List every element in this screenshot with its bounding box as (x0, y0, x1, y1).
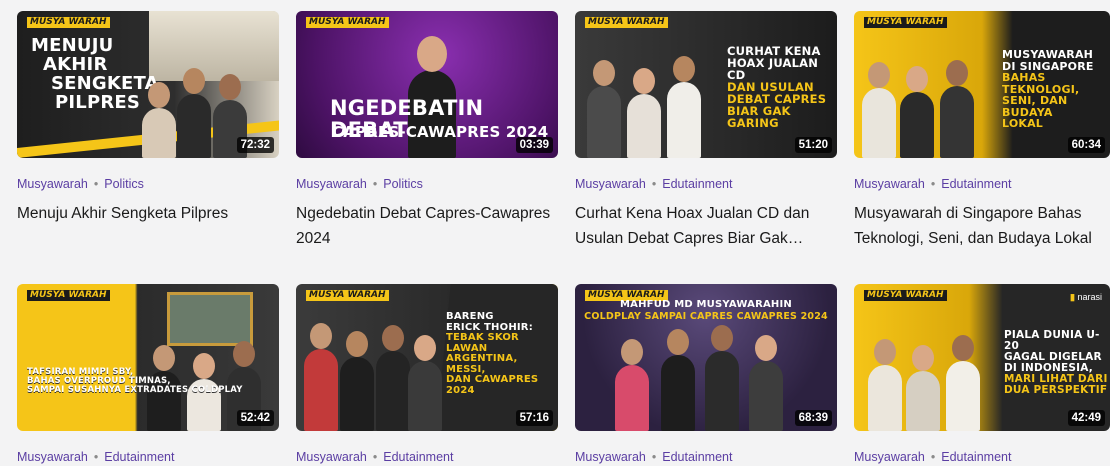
video-thumbnail[interactable]: MUSYA WARAH MUSYAWARAH DI SINGAPORE BAHA… (854, 11, 1110, 158)
channel-link[interactable]: Musyawarah (296, 177, 367, 191)
channel-link[interactable]: Musyawarah (296, 450, 367, 464)
host-figure (142, 82, 176, 158)
video-meta: Musyawarah • Politics (17, 177, 279, 193)
video-meta: Musyawarah • Politics (296, 177, 558, 193)
video-duration: 51:20 (794, 137, 832, 153)
channel-link[interactable]: Musyawarah (854, 177, 925, 191)
category-link[interactable]: Edutainment (662, 450, 732, 464)
channel-link[interactable]: Musyawarah (575, 450, 646, 464)
host-figure (408, 335, 442, 431)
host-figure (946, 335, 980, 431)
video-duration: 60:34 (1067, 137, 1105, 153)
meta-separator: • (930, 177, 936, 191)
video-card[interactable]: MUSYA WARAH BARENG ERICK THOHIR: TEBAK S… (296, 284, 558, 466)
host-figure (749, 335, 783, 431)
host-figure (340, 331, 374, 431)
video-meta: Musyawarah • Edutainment (575, 450, 837, 466)
thumbnail-headline: MENUJU AKHIR SENGKETA PILPRES (31, 35, 159, 113)
musyawarah-logo: MUSYA WARAH (864, 290, 947, 301)
video-grid: MUSYA WARAH MENUJU AKHIR SENGKETA PILPRE… (0, 0, 1110, 464)
video-thumbnail[interactable]: MUSYA WARAH MAHFUD MD MUSYAWARAHIN COLDP… (575, 284, 837, 431)
category-link[interactable]: Politics (104, 177, 144, 191)
meta-separator: • (372, 177, 378, 191)
video-meta: Musyawarah • Edutainment (575, 177, 837, 193)
thumbnail-headline: MUSYAWARAH DI SINGAPORE BAHAS TEKNOLOGI,… (1002, 48, 1094, 131)
meta-separator: • (651, 450, 657, 464)
host-figure (304, 323, 338, 431)
video-thumbnail[interactable]: MUSYA WARAH NGEDEBATIN DEBAT CAPRES-CAWA… (296, 11, 558, 158)
video-duration: 03:39 (515, 137, 553, 153)
musyawarah-logo: MUSYA WARAH (864, 17, 947, 28)
thumbnail-headline: MAHFUD MD MUSYAWARAHIN (620, 299, 792, 310)
channel-link[interactable]: Musyawarah (854, 450, 925, 464)
channel-link[interactable]: Musyawarah (575, 177, 646, 191)
narasi-logo: ▮ narasi (1070, 292, 1102, 302)
host-figure (940, 60, 974, 158)
meta-separator: • (930, 450, 936, 464)
category-link[interactable]: Politics (383, 177, 423, 191)
host-figure (177, 68, 211, 158)
thumbnail-headline: CURHAT KENA HOAX JUALAN CD DAN USULAN DE… (727, 44, 827, 131)
host-figure (615, 339, 649, 431)
meta-separator: • (93, 450, 99, 464)
category-link[interactable]: Edutainment (941, 450, 1011, 464)
video-thumbnail[interactable]: MUSYA WARAH CURHAT KENA HOAX JUALAN CD D… (575, 11, 837, 158)
video-duration: 57:16 (515, 410, 553, 426)
video-meta: Musyawarah • Edutainment (854, 177, 1110, 193)
host-figure (376, 325, 410, 431)
video-meta: Musyawarah • Edutainment (854, 450, 1110, 466)
video-thumbnail[interactable]: MUSYA WARAH BARENG ERICK THOHIR: TEBAK S… (296, 284, 558, 431)
host-figure (705, 325, 739, 431)
video-card[interactable]: MUSYA WARAH TAFSIRAN MIMPI SBY, BAHAS OV… (17, 284, 279, 466)
musyawarah-logo: MUSYA WARAH (27, 17, 110, 28)
video-thumbnail[interactable]: MUSYA WARAH MENUJU AKHIR SENGKETA PILPRE… (17, 11, 279, 158)
category-link[interactable]: Edutainment (383, 450, 453, 464)
video-title[interactable]: Menuju Akhir Sengketa Pilpres (17, 201, 279, 251)
video-duration: 42:49 (1067, 410, 1105, 426)
video-duration: 52:42 (236, 410, 274, 426)
host-figure (906, 345, 940, 431)
host-figure (667, 56, 701, 158)
thumbnail-headline: PIALA DUNIA U-20 GAGAL DIGELAR DI INDONE… (1004, 329, 1108, 397)
video-card[interactable]: MUSYA WARAH NGEDEBATIN DEBAT CAPRES-CAWA… (296, 11, 558, 251)
video-meta: Musyawarah • Edutainment (296, 450, 558, 466)
category-link[interactable]: Edutainment (104, 450, 174, 464)
meta-separator: • (651, 177, 657, 191)
host-figure (862, 62, 896, 158)
host-figure (661, 329, 695, 431)
framed-portrait-image (167, 292, 253, 346)
video-thumbnail[interactable]: MUSYA WARAH TAFSIRAN MIMPI SBY, BAHAS OV… (17, 284, 279, 431)
category-link[interactable]: Edutainment (941, 177, 1011, 191)
video-meta: Musyawarah • Edutainment (17, 450, 279, 466)
video-card[interactable]: MUSYA WARAH ▮ narasi PIALA DUNIA U-20 GA… (854, 284, 1110, 466)
video-title[interactable]: Curhat Kena Hoax Jualan CD dan Usulan De… (575, 201, 837, 251)
video-card[interactable]: MUSYA WARAH CURHAT KENA HOAX JUALAN CD D… (575, 11, 837, 251)
meta-separator: • (372, 450, 378, 464)
video-thumbnail[interactable]: MUSYA WARAH ▮ narasi PIALA DUNIA U-20 GA… (854, 284, 1110, 431)
court-building-image (149, 11, 279, 81)
thumbnail-subheadline: COLDPLAY SAMPAI CAPRES CAWAPRES 2024 (584, 311, 828, 322)
musyawarah-logo: MUSYA WARAH (306, 290, 389, 301)
host-figure (900, 66, 934, 158)
host-figure (627, 68, 661, 158)
musyawarah-logo: MUSYA WARAH (306, 17, 389, 28)
musyawarah-logo: MUSYA WARAH (27, 290, 110, 301)
video-card[interactable]: MUSYA WARAH MENUJU AKHIR SENGKETA PILPRE… (17, 11, 279, 251)
thumbnail-headline: TAFSIRAN MIMPI SBY, BAHAS OVERPROUD TIMN… (27, 367, 243, 395)
host-figure (868, 339, 902, 431)
video-duration: 68:39 (794, 410, 832, 426)
channel-link[interactable]: Musyawarah (17, 450, 88, 464)
video-title[interactable]: Ngedebatin Debat Capres-Cawapres 2024 (296, 201, 558, 251)
category-link[interactable]: Edutainment (662, 177, 732, 191)
host-figure (587, 60, 621, 158)
video-card[interactable]: MUSYA WARAH MUSYAWARAH DI SINGAPORE BAHA… (854, 11, 1110, 251)
channel-link[interactable]: Musyawarah (17, 177, 88, 191)
meta-separator: • (93, 177, 99, 191)
video-duration: 72:32 (236, 137, 274, 153)
thumbnail-headline: BARENG ERICK THOHIR: TEBAK SKOR LAWAN AR… (446, 311, 539, 396)
musyawarah-logo: MUSYA WARAH (585, 17, 668, 28)
video-title[interactable]: Musyawarah di Singapore Bahas Teknologi,… (854, 201, 1110, 251)
video-card[interactable]: MUSYA WARAH MAHFUD MD MUSYAWARAHIN COLDP… (575, 284, 837, 466)
